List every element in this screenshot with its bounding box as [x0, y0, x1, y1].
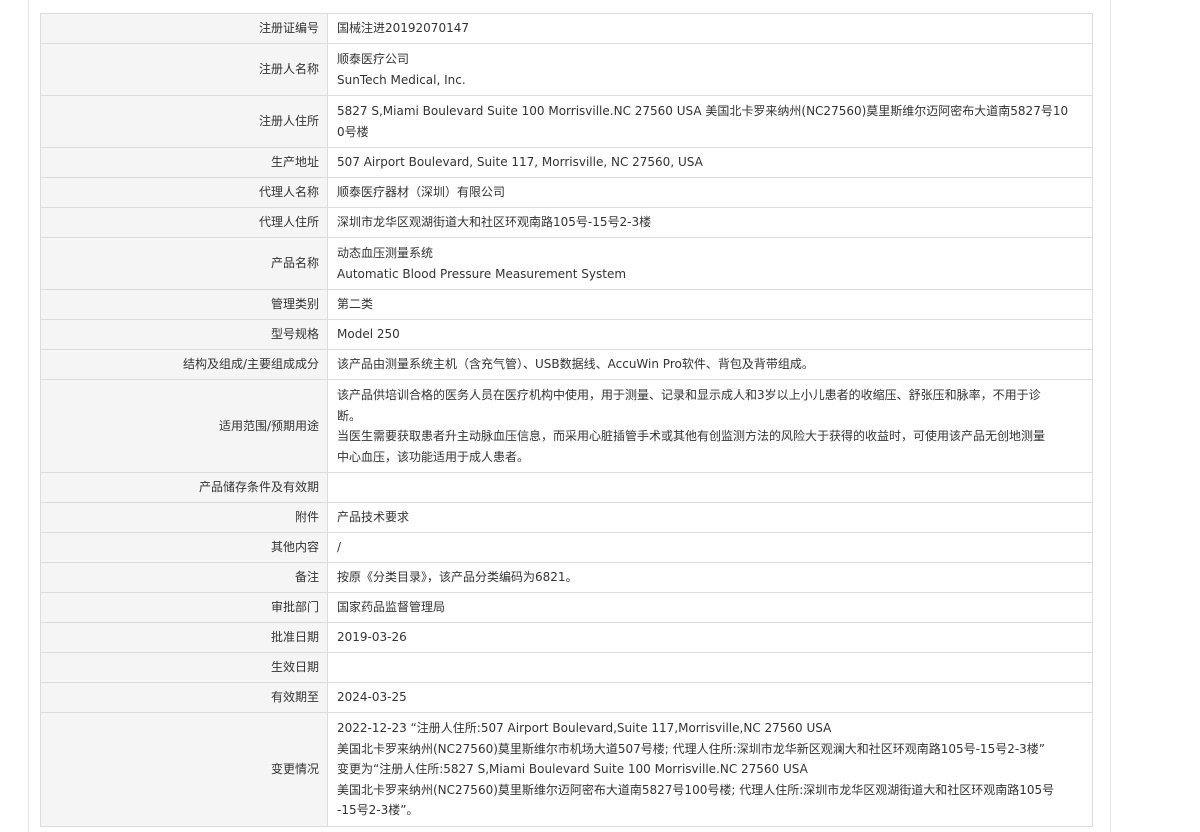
- field-value-line: 2024-03-25: [337, 690, 407, 705]
- table-row: 变更情况 2022-12-23 “注册人住所:507 Airport Boulev…: [40, 712, 1093, 827]
- field-label: 附件: [40, 502, 328, 533]
- field-value-line: Model 250: [337, 327, 400, 342]
- field-value: 动态血压测量系统 Automatic Blood Pressure Measure…: [327, 237, 1093, 290]
- field-label: 管理类别: [40, 289, 328, 320]
- table-row: 型号规格 Model 250: [40, 319, 1093, 350]
- field-label: 生产地址: [40, 147, 328, 178]
- field-value: 2022-12-23 “注册人住所:507 Airport Boulevard,…: [327, 712, 1093, 827]
- field-value: Model 250: [327, 319, 1093, 350]
- field-value: 按原《分类目录》，该产品分类编码为6821。: [327, 562, 1093, 593]
- field-value: 该产品供培训合格的医务人员在医疗机构中使用，用于测量、记录和显示成人和3岁以上小…: [327, 379, 1093, 473]
- field-value: 5827 S,Miami Boulevard Suite 100 Morrisv…: [327, 95, 1093, 148]
- field-value: [327, 472, 1093, 503]
- field-value: 507 Airport Boulevard, Suite 117, Morris…: [327, 147, 1093, 178]
- field-value-line: 2022-12-23 “注册人住所:507 Airport Boulevard,…: [337, 721, 832, 735]
- field-value-line: 国家药品监督管理局: [337, 600, 446, 615]
- field-value-line: 该产品供培训合格的医务人员在医疗机构中使用，用于测量、记录和显示成人和3岁以上小…: [337, 388, 1041, 402]
- table-row: 产品储存条件及有效期: [40, 472, 1093, 503]
- field-label: 产品名称: [40, 237, 328, 290]
- field-value-line: 该产品由测量系统主机（含充气管）、USB数据线、AccuWin Pro软件、背包…: [337, 357, 814, 372]
- table-row: 有效期至 2024-03-25: [40, 682, 1093, 713]
- field-value: 国家药品监督管理局: [327, 592, 1093, 623]
- field-value: 深圳市龙华区观湖街道大和社区环观南路105号-15号2-3楼: [327, 207, 1093, 238]
- field-value: 第二类: [327, 289, 1093, 320]
- table-row: 注册人名称 顺泰医疗公司 SunTech Medical, Inc.: [40, 43, 1093, 96]
- field-value: /: [327, 532, 1093, 563]
- field-value-line: 5827 S,Miami Boulevard Suite 100 Morrisv…: [337, 104, 1069, 118]
- field-value-line: 断。: [337, 408, 362, 423]
- field-value-line: 顺泰医疗公司: [337, 52, 410, 66]
- field-value-line: 国械注进20192070147: [337, 21, 469, 36]
- table-row: 附件 产品技术要求: [40, 502, 1093, 533]
- field-value-line: -15号2-3楼”。: [337, 803, 419, 817]
- field-label: 代理人住所: [40, 207, 328, 238]
- field-label: 注册证编号: [40, 13, 328, 44]
- field-value-line: 第二类: [337, 297, 374, 312]
- field-value-line: 美国北卡罗来纳州(NC27560)莫里斯维尔迈阿密布大道南5827号100号楼;…: [337, 782, 1055, 797]
- field-value-line: 变更为“注册人住所:5827 S,Miami Boulevard Suite 1…: [337, 762, 808, 776]
- field-label: 生效日期: [40, 652, 328, 683]
- table-row: 产品名称 动态血压测量系统 Automatic Blood Pressure Mea…: [40, 237, 1093, 290]
- table-row: 其他内容 /: [40, 532, 1093, 563]
- field-value-line: 产品技术要求: [337, 510, 410, 525]
- field-label: 变更情况: [40, 712, 328, 827]
- field-label: 其他内容: [40, 532, 328, 563]
- field-value-line: 2019-03-26: [337, 630, 407, 645]
- field-value: 国械注进20192070147: [327, 13, 1093, 44]
- table-row: 生效日期: [40, 652, 1093, 683]
- table-row: 注册证编号 国械注进20192070147: [40, 13, 1093, 44]
- table-row: 适用范围/预期用途 该产品供培训合格的医务人员在医疗机构中使用，用于测量、记录和显…: [40, 379, 1093, 473]
- field-value-line: 507 Airport Boulevard, Suite 117, Morris…: [337, 155, 703, 170]
- field-value: [327, 652, 1093, 683]
- field-label: 注册人名称: [40, 43, 328, 96]
- field-value-line: 动态血压测量系统: [337, 246, 434, 260]
- field-label: 适用范围/预期用途: [40, 379, 328, 473]
- field-value: 2019-03-26: [327, 622, 1093, 653]
- table-row: 备注 按原《分类目录》，该产品分类编码为6821。: [40, 562, 1093, 593]
- field-label: 注册人住所: [40, 95, 328, 148]
- field-label: 备注: [40, 562, 328, 593]
- field-label: 审批部门: [40, 592, 328, 623]
- field-label: 批准日期: [40, 622, 328, 653]
- field-value-line: /: [337, 540, 342, 555]
- field-label: 型号规格: [40, 319, 328, 350]
- field-value-line: 当医生需要获取患者升主动脉血压信息，而采用心脏插管手术或其他有创监测方法的风险大…: [337, 429, 1046, 443]
- field-value-line: Automatic Blood Pressure Measurement Sys…: [337, 266, 627, 281]
- table-row: 管理类别 第二类: [40, 289, 1093, 320]
- field-value-line: SunTech Medical, Inc.: [337, 72, 466, 87]
- table-row: 注册人住所 5827 S,Miami Boulevard Suite 100 Mo…: [40, 95, 1093, 148]
- field-value: 产品技术要求: [327, 502, 1093, 533]
- field-label: 代理人名称: [40, 177, 328, 208]
- field-value: 2024-03-25: [327, 682, 1093, 713]
- field-label: 有效期至: [40, 682, 328, 713]
- field-value-line: 0号楼: [337, 124, 369, 139]
- field-value-line: 顺泰医疗器材（深圳）有限公司: [337, 185, 506, 200]
- field-value: 顺泰医疗公司 SunTech Medical, Inc.: [327, 43, 1093, 96]
- field-value-line: 按原《分类目录》，该产品分类编码为6821。: [337, 570, 578, 585]
- table-row: 代理人名称 顺泰医疗器材（深圳）有限公司: [40, 177, 1093, 208]
- field-label: 产品储存条件及有效期: [40, 472, 328, 503]
- table-row: 批准日期 2019-03-26: [40, 622, 1093, 653]
- field-value-line: 美国北卡罗来纳州(NC27560)莫里斯维尔市机场大道507号楼; 代理人住所:…: [337, 741, 1046, 756]
- field-label: 结构及组成/主要组成成分: [40, 349, 328, 380]
- field-value: 顺泰医疗器材（深圳）有限公司: [327, 177, 1093, 208]
- table-row: 结构及组成/主要组成成分 该产品由测量系统主机（含充气管）、USB数据线、Accu…: [40, 349, 1093, 380]
- table-row: 代理人住所 深圳市龙华区观湖街道大和社区环观南路105号-15号2-3楼: [40, 207, 1093, 238]
- registration-info-table: 注册证编号 国械注进20192070147 注册人名称 顺泰医疗公司 SunTech M…: [40, 13, 1093, 827]
- field-value-line: 中心血压，该功能适用于成人患者。: [337, 449, 530, 464]
- field-value-line: 深圳市龙华区观湖街道大和社区环观南路105号-15号2-3楼: [337, 215, 652, 230]
- table-row: 生产地址 507 Airport Boulevard, Suite 117, Mo…: [40, 147, 1093, 178]
- field-value: 该产品由测量系统主机（含充气管）、USB数据线、AccuWin Pro软件、背包…: [327, 349, 1093, 380]
- table-row: 审批部门 国家药品监督管理局: [40, 592, 1093, 623]
